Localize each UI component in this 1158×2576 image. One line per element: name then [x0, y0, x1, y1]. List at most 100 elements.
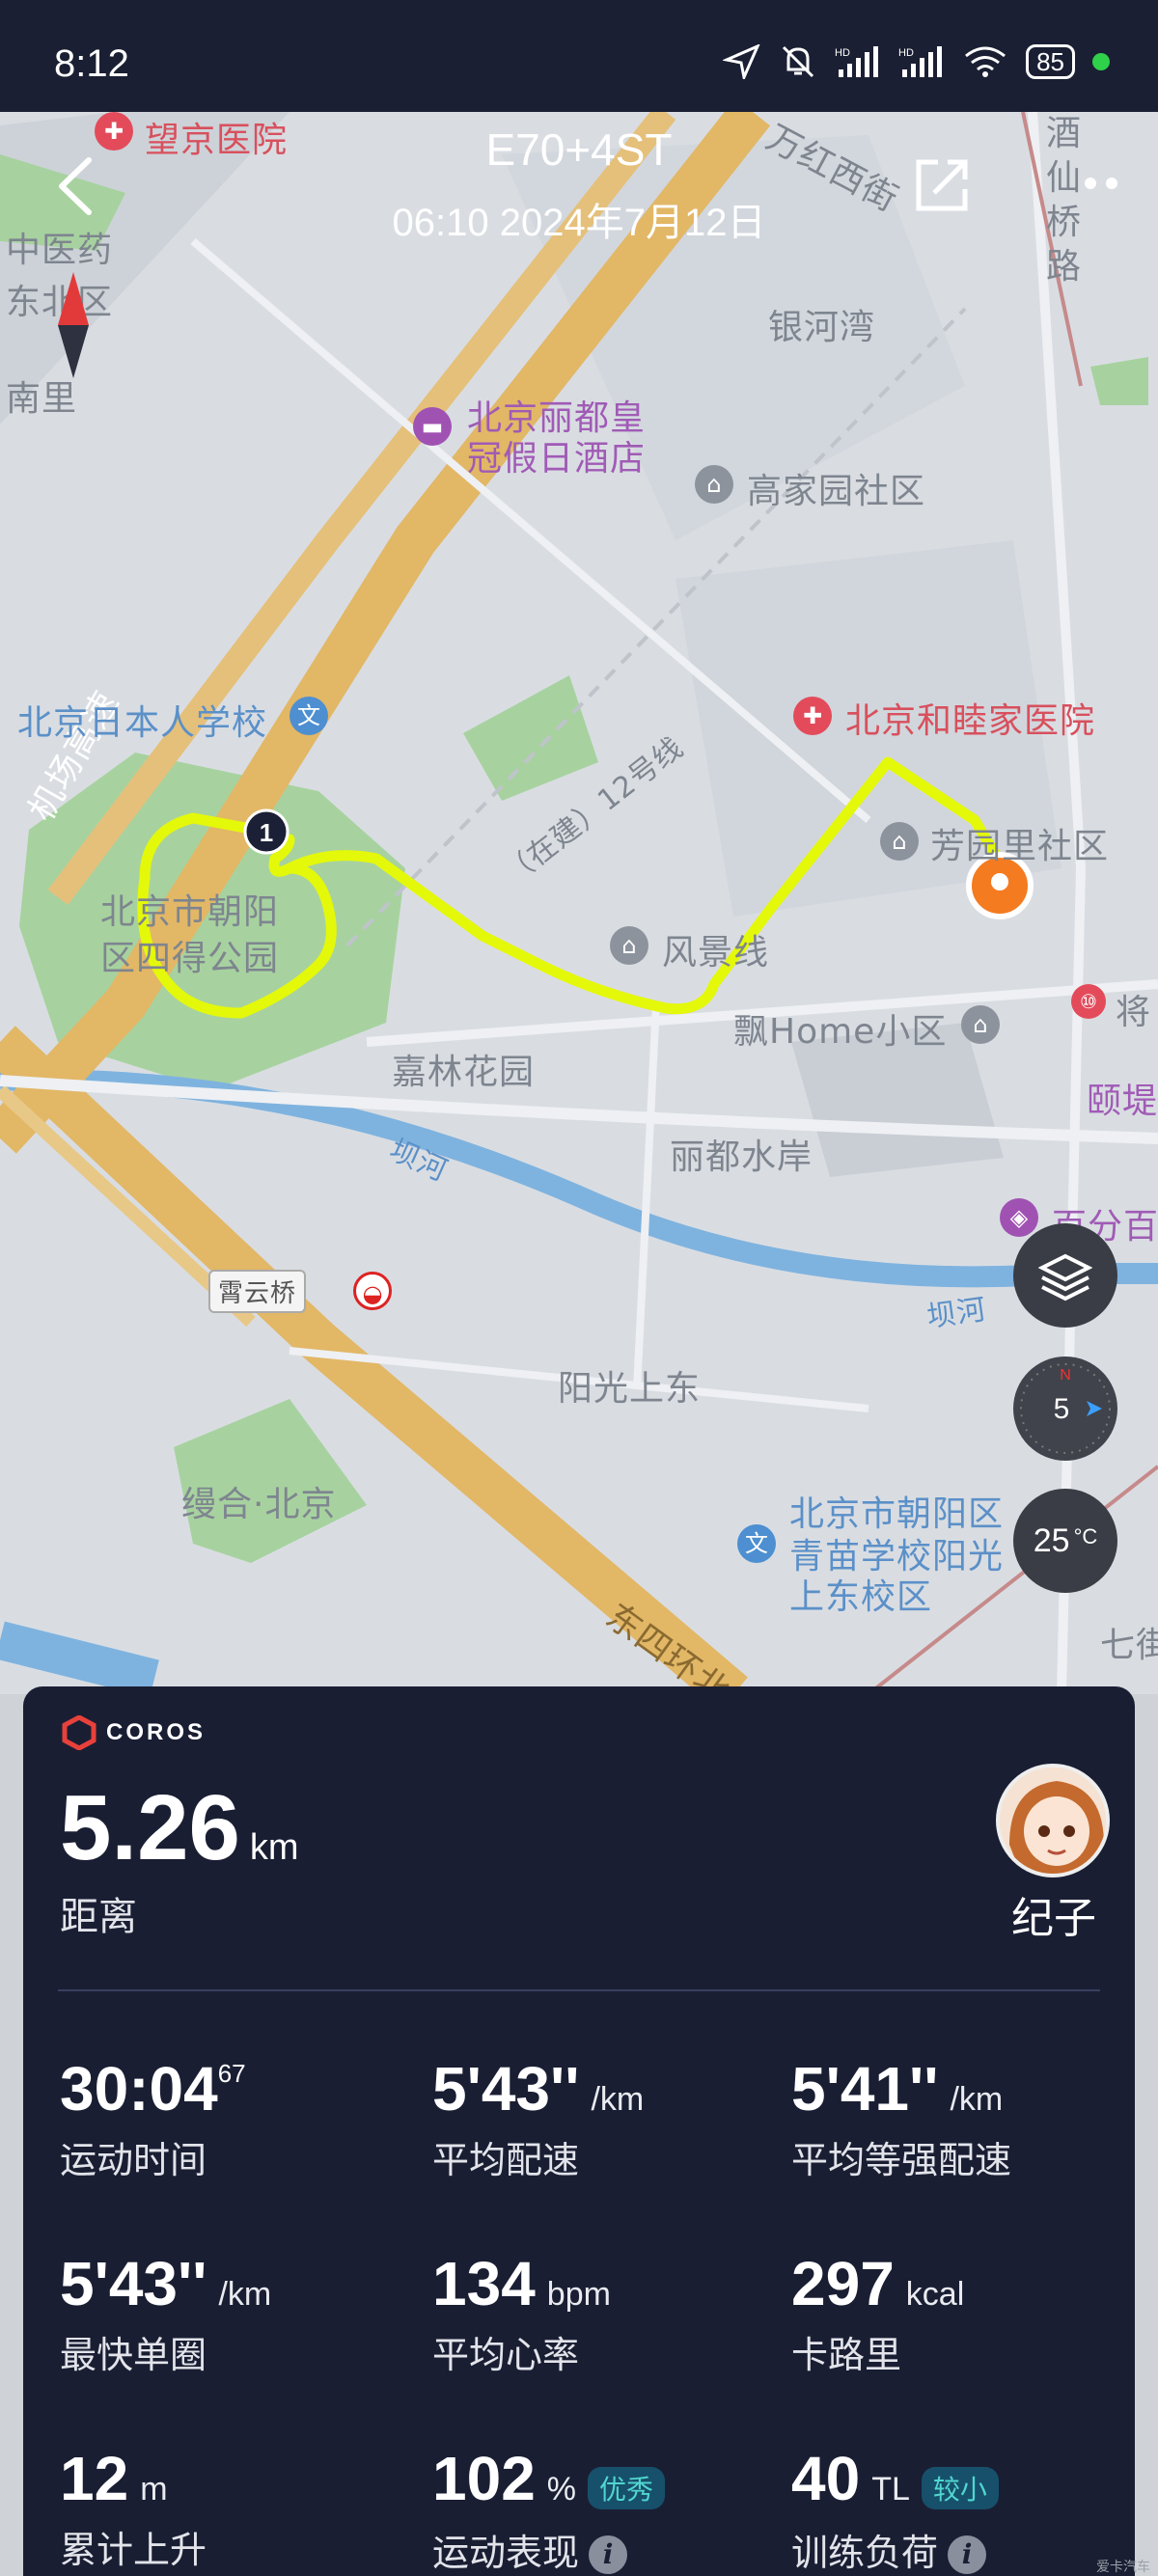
stat-avg-hr-label: 平均心率	[432, 2334, 580, 2376]
stat-avg-pace-label: 平均配速	[432, 2139, 580, 2181]
distance-display: 5.26 km	[60, 1775, 299, 1881]
more-options-button[interactable]	[1052, 164, 1129, 203]
brand-name: COROS	[106, 1719, 207, 1745]
north-compass-icon[interactable]	[54, 272, 93, 378]
map-label-fangyuanli: 芳园里社区	[930, 827, 1110, 866]
map-label-xiayunqiao: 霄云桥	[208, 1270, 307, 1313]
stat-training-load-value: 40	[791, 2444, 861, 2513]
map-layers-button[interactable]	[1013, 1223, 1117, 1328]
distance-value: 5.26	[60, 1776, 240, 1879]
community-pin-icon-4: ⌂	[961, 1005, 1000, 1044]
stat-elevation-gain: 12 m 累计上升	[60, 2443, 207, 2573]
status-time: 8:12	[54, 42, 129, 85]
map-label-qingmiao-3: 上东校区	[789, 1577, 933, 1617]
activity-datetime: 06:10 2024年7月12日	[392, 202, 766, 244]
stat-performance-unit: %	[546, 2471, 577, 2507]
coros-logo-icon	[62, 1715, 96, 1750]
map-label-riben-school: 北京日本人学校	[17, 703, 268, 743]
map-label-huanghe: 缦合·北京	[181, 1485, 337, 1524]
map-label-jialin: 嘉林花园	[392, 1053, 536, 1092]
stat-performance-value: 102	[432, 2444, 536, 2513]
stat-training-load-unit: TL	[871, 2471, 910, 2507]
school-pin-icon: 文	[290, 697, 328, 735]
layers-icon	[1038, 1253, 1092, 1302]
stat-duration: 30:0467 运动时间	[60, 2053, 246, 2183]
stat-duration-value: 30:04	[60, 2054, 218, 2124]
community-pin-icon-2: ⌂	[880, 822, 919, 861]
stat-avg-hr-value: 134	[432, 2249, 536, 2318]
compass-button[interactable]: N 5	[1013, 1357, 1117, 1461]
temperature-button[interactable]: 25 °C	[1013, 1489, 1117, 1593]
hotel-pin-icon: ▬	[413, 407, 452, 446]
svg-text:HD: HD	[835, 47, 850, 59]
info-icon-2[interactable]: i	[948, 2535, 987, 2575]
temperature-unit: °C	[1073, 1524, 1098, 1548]
metro-pin-icon: ⑩	[1071, 984, 1106, 1019]
stat-duration-label: 运动时间	[60, 2139, 207, 2181]
stat-performance-label-row: 运动表现 i	[432, 2523, 665, 2576]
school-pin-icon-2: 文	[737, 1524, 776, 1563]
user-name: 纪子	[1011, 1894, 1096, 1943]
stat-fastest-lap-unit: /km	[218, 2276, 272, 2313]
avatar-image	[1000, 1768, 1106, 1874]
map-label-fengjingxian: 风景线	[662, 933, 770, 973]
map-label-baihe-2: 坝河	[924, 1292, 989, 1335]
map-label-park-2: 区四得公园	[100, 939, 280, 978]
activity-summary-card: COROS 5.26 km 距离 纪子 30:0467 运动时间 5'43'' /k…	[23, 1686, 1135, 2576]
brand-logo: COROS	[62, 1715, 206, 1750]
community-pin-icon-3: ⌂	[610, 926, 648, 965]
watermark: 爱卡汽车	[1096, 2560, 1150, 2575]
avatar[interactable]	[996, 1764, 1110, 1877]
stat-training-load-label: 训练负荷	[791, 2531, 939, 2574]
stat-calories-unit: kcal	[905, 2276, 965, 2313]
stat-elevation-unit: m	[140, 2471, 168, 2507]
stat-avg-hr: 134 bpm 平均心率	[432, 2248, 611, 2378]
stat-gap-unit: /km	[950, 2081, 1004, 2118]
map-label-park-1: 北京市朝阳	[100, 892, 280, 932]
location-arrow-icon	[723, 44, 760, 79]
svg-text:HD: HD	[898, 47, 914, 59]
stat-duration-fraction: 67	[217, 2059, 246, 2088]
signal-icon-2: HD	[898, 46, 943, 77]
back-button[interactable]	[52, 152, 100, 220]
stat-fastest-lap-label: 最快单圈	[60, 2334, 207, 2376]
map-label-jiang: 将	[1116, 993, 1152, 1032]
stat-training-load: 40 TL 较小 训练负荷 i	[791, 2443, 999, 2576]
hospital-pin-icon-2: ✚	[793, 697, 832, 735]
temperature-value: 25	[1033, 1521, 1070, 1559]
route-map[interactable]: 1 ✚ 望京医院 中医药 东北区 南里 万红西街 酒仙桥路 银河湾 ▬ 北京丽都…	[0, 112, 1158, 1694]
stat-calories-label: 卡路里	[791, 2334, 902, 2376]
gas-station-icon: ◒	[353, 1272, 392, 1310]
compass-dial-icon: N 5	[1020, 1363, 1111, 1454]
stat-grade-adjusted-pace: 5'41'' /km 平均等强配速	[791, 2053, 1011, 2183]
community-pin-icon: ⌂	[695, 465, 733, 504]
bell-off-icon	[783, 45, 814, 78]
stat-performance-badge: 优秀	[588, 2466, 666, 2509]
stat-fastest-lap-value: 5'43''	[60, 2249, 207, 2318]
map-label-piaohome: 飘Home小区	[733, 1012, 948, 1052]
map-label-qi: 七街	[1100, 1626, 1158, 1665]
stat-training-load-label-row: 训练负荷 i	[791, 2523, 999, 2576]
stat-elevation-label: 累计上升	[60, 2529, 207, 2571]
share-button[interactable]	[911, 154, 973, 216]
stat-elevation-value: 12	[60, 2444, 129, 2513]
stat-avg-hr-unit: bpm	[546, 2276, 611, 2313]
stat-fastest-lap: 5'43'' /km 最快单圈	[60, 2248, 271, 2378]
status-icons: HD HD 85	[723, 44, 1110, 79]
status-bar: 8:12 HD HD 85	[0, 0, 1158, 112]
stat-gap-value: 5'41''	[791, 2054, 939, 2124]
svg-text:N: N	[1060, 1367, 1071, 1384]
info-icon[interactable]: i	[589, 2535, 628, 2575]
shop-pin-icon: ◈	[1000, 1198, 1038, 1237]
activity-title: E70+4ST	[485, 124, 673, 175]
map-label-lidu-hotel-2: 冠假日酒店	[467, 439, 647, 479]
map-label-yangguang: 阳光上东	[558, 1369, 702, 1409]
battery-indicator: 85	[1026, 44, 1075, 79]
map-label-yi: 颐堤	[1087, 1082, 1158, 1121]
map-label-yinhewan: 银河湾	[768, 308, 876, 347]
divider	[58, 1989, 1100, 1991]
stat-calories: 297 kcal 卡路里	[791, 2248, 964, 2378]
green-dot-icon	[1092, 53, 1110, 70]
map-label-hemujia: 北京和睦家医院	[845, 701, 1096, 741]
distance-unit: km	[249, 1827, 299, 1868]
